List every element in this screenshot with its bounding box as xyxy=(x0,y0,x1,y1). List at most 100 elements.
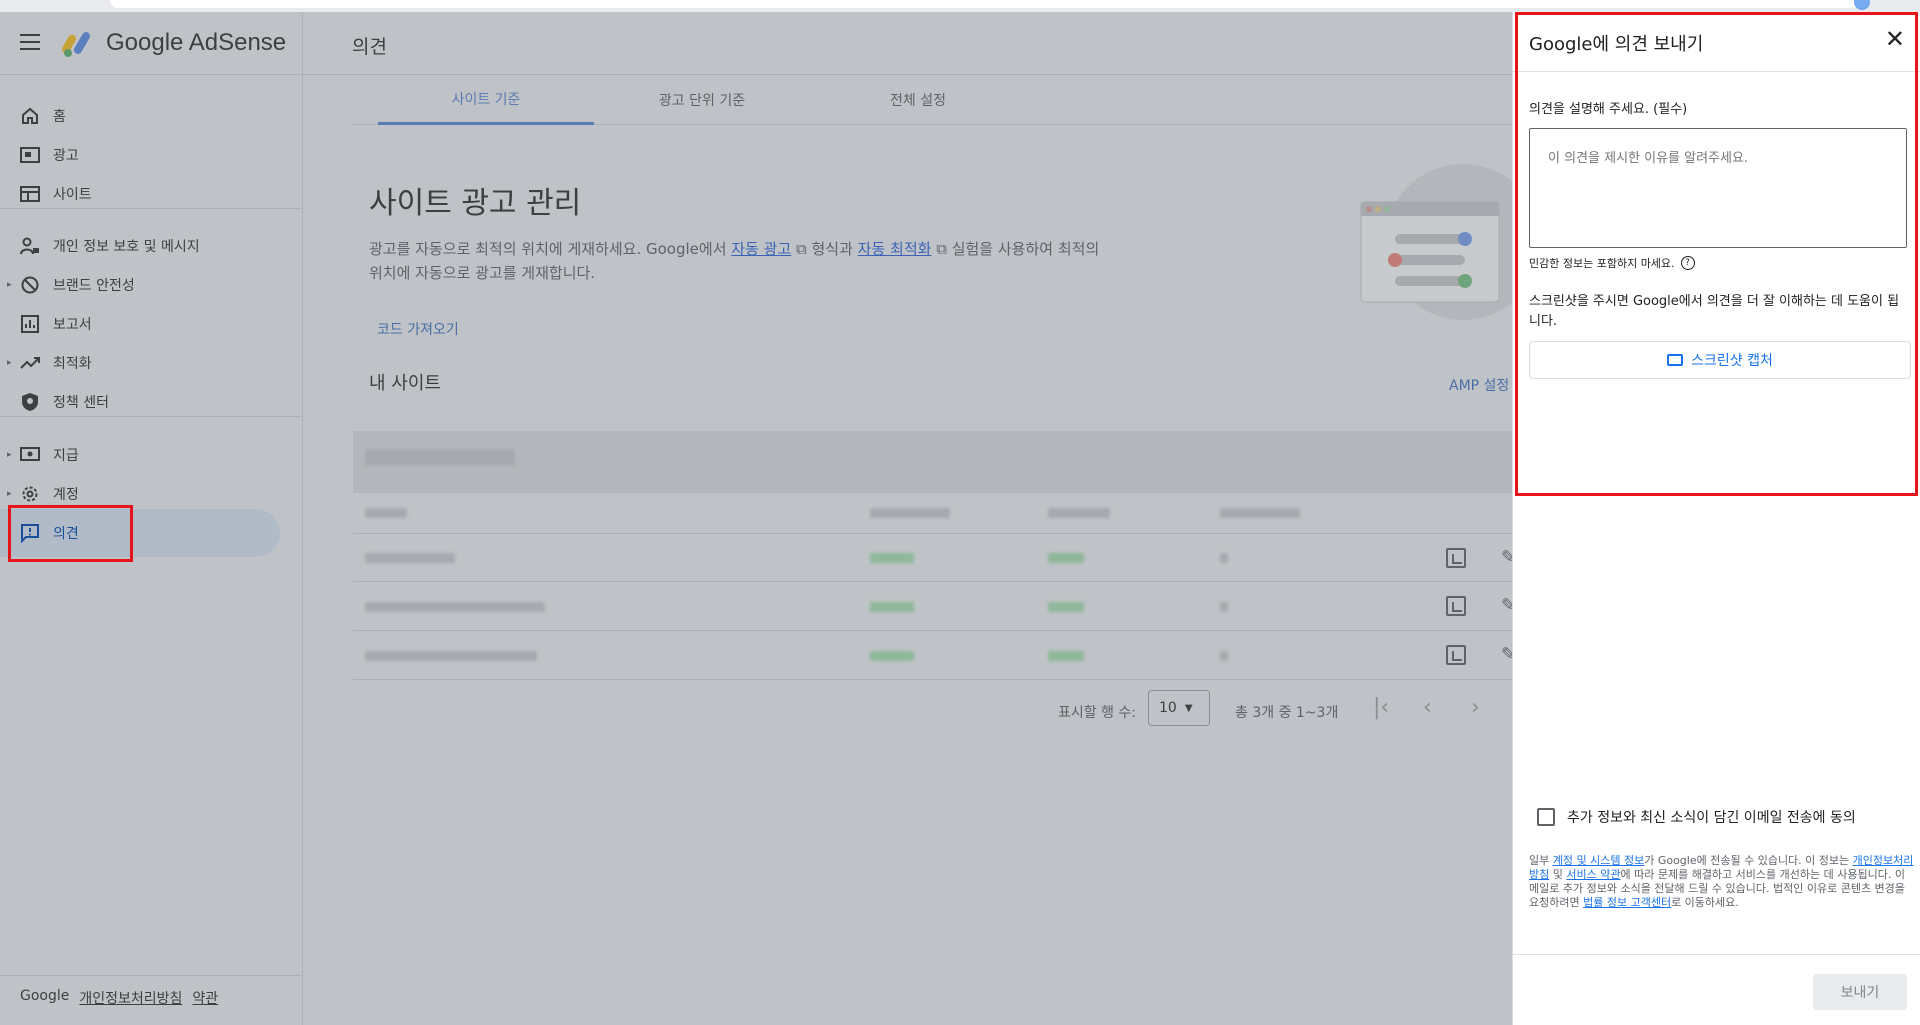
auto-ads-link[interactable]: 자동 광고 xyxy=(731,240,791,258)
profile-avatar[interactable] xyxy=(1854,0,1870,10)
sidebar-divider xyxy=(0,208,302,209)
sidebar-item-label: 정책 센터 xyxy=(53,395,109,411)
tab-by-site[interactable]: 사이트 기준 xyxy=(378,75,594,125)
close-icon[interactable]: ✕ xyxy=(1885,27,1905,51)
feedback-panel: Google에 의견 보내기 ✕ 의견을 설명해 주세요. (필수) 민감한 정… xyxy=(1512,12,1920,1025)
send-button[interactable]: 보내기 xyxy=(1813,974,1907,1010)
feedback-footer-divider xyxy=(1513,954,1920,955)
feedback-title: Google에 의견 보내기 xyxy=(1529,30,1703,56)
menu-icon[interactable] xyxy=(20,34,40,50)
email-consent[interactable]: 추가 정보와 최신 소식이 담긴 이메일 전송에 동의 xyxy=(1537,807,1856,827)
first-page-icon[interactable]: |‹ xyxy=(1373,695,1389,720)
external-link-icon: ⧉ xyxy=(931,240,947,258)
screenshot-icon xyxy=(1667,354,1684,366)
blurred-status xyxy=(870,553,914,563)
policy-icon xyxy=(18,390,42,414)
section-heading: 사이트 광고 관리 xyxy=(369,186,582,221)
rows-per-page-value: 10 xyxy=(1159,700,1177,716)
auto-optimize-link[interactable]: 자동 최적화 xyxy=(858,240,932,258)
blurred-status xyxy=(1048,602,1084,612)
auto-ads-illustration xyxy=(1360,164,1513,320)
feedback-header: Google에 의견 보내기 ✕ xyxy=(1513,12,1920,72)
feedback-title-rest: 에 의견 보내기 xyxy=(1592,34,1704,55)
expand-icon: ▸ xyxy=(7,280,12,290)
amp-settings-link[interactable]: AMP 설정 xyxy=(1449,375,1509,395)
blurred-column-header xyxy=(365,508,407,518)
brand-name: Google AdSense xyxy=(106,29,287,56)
main-content: 사이트 기준 광고 단위 기준 전체 설정 사이트 광고 관리 광고를 자동으로… xyxy=(303,75,1516,1025)
payments-icon xyxy=(18,443,42,467)
account-info-link[interactable]: 계정 및 시스템 정보 xyxy=(1553,854,1644,867)
table-divider xyxy=(353,679,1513,680)
rows-per-page-select[interactable]: 10 ▼ xyxy=(1148,690,1210,726)
external-link-icon: ⧉ xyxy=(791,240,807,258)
sidebar-item-label: 지급 xyxy=(53,448,79,464)
home-icon xyxy=(18,104,42,128)
sidebar-item-label: 개인 정보 보호 및 메시지 xyxy=(53,239,200,255)
highlight-box-feedback-form xyxy=(1515,12,1918,496)
capture-screenshot-label: 스크린샷 캡처 xyxy=(1691,353,1773,369)
trending-icon xyxy=(18,351,42,375)
sidebar-item-label: 계정 xyxy=(53,487,79,503)
legal-text: 가 Google에 전송될 수 있습니다. 이 정보는 xyxy=(1644,854,1853,867)
blurred-status xyxy=(1048,553,1084,563)
adsense-app: Google AdSense 의견 홈 광고 사이트 개인 정보 보호 및 메시… xyxy=(0,12,1516,1025)
report-icon[interactable] xyxy=(1446,548,1466,568)
block-icon xyxy=(18,273,42,297)
sidebar-item-label: 브랜드 안전성 xyxy=(53,278,135,294)
next-page-icon[interactable]: › xyxy=(1471,695,1480,720)
expand-icon: ▸ xyxy=(7,489,12,499)
tab-bar: 사이트 기준 광고 단위 기준 전체 설정 xyxy=(353,75,1513,125)
terms-of-service-link[interactable]: 서비스 약관 xyxy=(1566,868,1620,881)
sidebar-footer-divider xyxy=(0,975,302,976)
sidebar-item-label: 최적화 xyxy=(53,356,92,372)
expand-icon: ▸ xyxy=(7,358,12,368)
my-sites-heading: 내 사이트 xyxy=(369,373,441,394)
blurred-column-header xyxy=(870,508,950,518)
section-description: 광고를 자동으로 최적의 위치에 게재하세요. Google에서 자동 광고 ⧉… xyxy=(369,237,1109,285)
caret-down-icon: ▼ xyxy=(1184,702,1193,714)
tab-by-ad-unit[interactable]: 광고 단위 기준 xyxy=(594,75,810,125)
blurred-value xyxy=(1220,602,1228,612)
footer-privacy-link[interactable]: 개인정보처리방침 xyxy=(79,988,182,1008)
feedback-describe-label: 의견을 설명해 주세요. (필수) xyxy=(1529,102,1688,117)
legal-text: 로 이동하세요. xyxy=(1671,896,1739,909)
email-consent-checkbox[interactable] xyxy=(1537,808,1555,826)
screenshot-explanation: 스크린샷을 주시면 Google에서 의견을 더 잘 이해하는 데 도움이 됩니… xyxy=(1529,294,1900,329)
report-icon[interactable] xyxy=(1446,645,1466,665)
blurred-status xyxy=(870,602,914,612)
table-divider xyxy=(353,581,1513,582)
blurred-site-name xyxy=(365,651,537,661)
blurred-site-info xyxy=(365,449,515,465)
report-icon[interactable] xyxy=(1446,596,1466,616)
address-bar[interactable] xyxy=(110,0,1870,8)
tab-global-settings[interactable]: 전체 설정 xyxy=(810,75,1026,125)
sensitive-info-hint: 민감한 정보는 포함하지 마세요. ? xyxy=(1529,255,1695,271)
help-icon[interactable]: ? xyxy=(1680,256,1695,270)
sidebar-item-label: 광고 xyxy=(53,148,79,164)
desc-text: 광고를 자동으로 최적의 위치에 게재하세요. Google에서 xyxy=(369,240,732,258)
sidebar-footer: Google 개인정보처리방침 약관 xyxy=(20,988,218,1008)
highlight-box-feedback xyxy=(8,505,133,562)
email-consent-label: 추가 정보와 최신 소식이 담긴 이메일 전송에 동의 xyxy=(1567,810,1856,826)
gear-icon xyxy=(18,482,42,506)
legal-help-link[interactable]: 법률 정보 고객센터 xyxy=(1583,896,1671,909)
page-title: 의견 xyxy=(352,36,387,58)
reports-icon xyxy=(18,312,42,336)
feedback-textarea[interactable] xyxy=(1529,128,1907,248)
sidebar-item-sites[interactable]: 사이트 xyxy=(0,170,280,218)
blurred-status xyxy=(1048,651,1084,661)
sidebar-item-policy[interactable]: 정책 센터 xyxy=(0,378,280,426)
capture-screenshot-button[interactable]: 스크린샷 캡처 xyxy=(1529,341,1911,379)
blurred-column-header xyxy=(1220,508,1300,518)
table-divider xyxy=(353,533,1513,534)
sites-icon xyxy=(18,182,42,206)
expand-icon: ▸ xyxy=(7,450,12,460)
prev-page-icon[interactable]: ‹ xyxy=(1423,695,1432,720)
get-code-link[interactable]: 코드 가져오기 xyxy=(377,319,459,339)
footer-terms-link[interactable]: 약관 xyxy=(192,988,218,1008)
sidebar-item-label: 사이트 xyxy=(53,187,92,203)
table-divider xyxy=(353,630,1513,631)
blurred-status xyxy=(870,651,914,661)
feedback-title-google: Google xyxy=(1529,34,1593,55)
